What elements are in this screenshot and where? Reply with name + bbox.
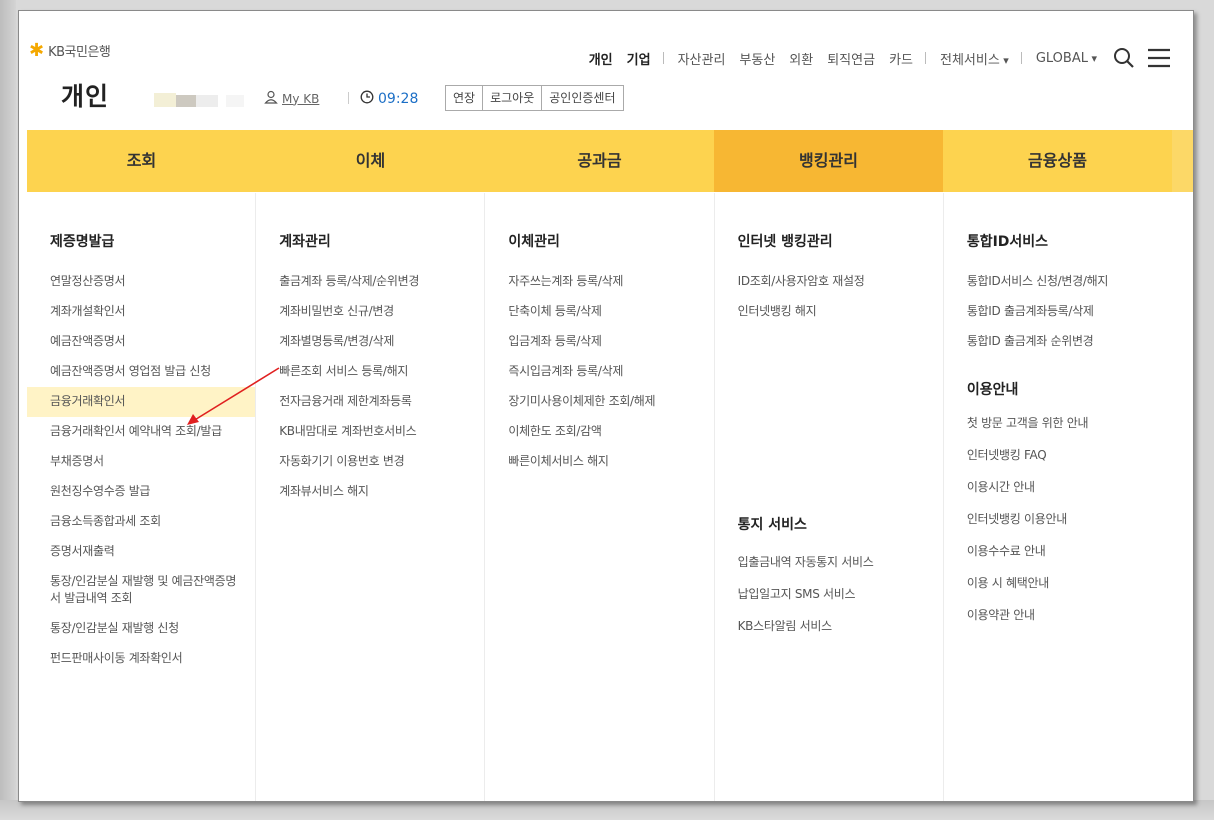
bottom-desktop-strip xyxy=(0,800,1214,820)
tab-banking-management[interactable]: 뱅킹관리 xyxy=(714,130,943,192)
search-icon[interactable] xyxy=(1113,47,1135,69)
divider xyxy=(662,52,664,64)
menu-item[interactable]: 증명서재출력 xyxy=(27,537,255,567)
mykb-label: My KB xyxy=(282,91,320,106)
menu-item[interactable]: 이용수수료 안내 xyxy=(944,537,1172,569)
menu-item[interactable]: 통장/인감분실 재발행 신청 xyxy=(27,614,255,644)
topnav-forex[interactable]: 외환 xyxy=(789,49,813,68)
session-buttons: 연장 로그아웃 공인인증센터 xyxy=(445,85,624,111)
column-heading: 이체관리 xyxy=(508,234,560,250)
menu-item[interactable]: 입금계좌 등록/삭제 xyxy=(485,327,713,357)
extend-button[interactable]: 연장 xyxy=(446,86,483,110)
menu-item[interactable]: 이용약관 안내 xyxy=(944,601,1172,631)
column-heading: 통지 서비스 xyxy=(737,517,807,533)
certificate-center-button[interactable]: 공인인증센터 xyxy=(541,86,623,110)
menu-item[interactable]: 장기미사용이체제한 조회/해제 xyxy=(485,387,713,417)
menu-item[interactable]: 예금잔액증명서 xyxy=(27,327,255,357)
menu-item[interactable]: 연말정산증명서 xyxy=(27,267,255,297)
divider xyxy=(348,92,349,104)
topnav-all-services[interactable]: 전체서비스 xyxy=(940,49,1009,68)
menu-item[interactable]: 통합ID서비스 신청/변경/해지 xyxy=(944,267,1172,297)
clock-icon xyxy=(360,89,374,108)
column-heading: 이용안내 xyxy=(966,382,1019,398)
top-navigation: 개인 기업 자산관리 부동산 외환 퇴직연금 카드 전체서비스 GLOBAL xyxy=(575,47,1171,69)
menu-item[interactable]: 계좌별명등록/변경/삭제 xyxy=(256,327,484,357)
menu-item[interactable]: 통합ID 출금계좌등록/삭제 xyxy=(944,297,1172,327)
mega-menu: 제증명발급 연말정산증명서 계좌개설확인서 예금잔액증명서 예금잔액증명서 영업… xyxy=(27,193,1172,801)
menu-item[interactable]: 이용 시 혜택안내 xyxy=(944,569,1172,601)
column-certificates: 제증명발급 연말정산증명서 계좌개설확인서 예금잔액증명서 예금잔액증명서 영업… xyxy=(27,193,257,801)
menu-item[interactable]: 납입일고지 SMS 서비스 xyxy=(715,580,943,612)
red-annotation-arrow-icon xyxy=(187,367,280,425)
divider xyxy=(1020,52,1022,64)
menu-item[interactable]: 단축이체 등록/삭제 xyxy=(485,297,713,327)
menu-item[interactable]: 통장/인감분실 재발행 및 예금잔액증명서 발급내역 조회 xyxy=(27,567,255,614)
kb-logo[interactable]: ✱ KB국민은행 xyxy=(29,39,111,61)
menu-item[interactable]: 이용시간 안내 xyxy=(944,473,1172,505)
kb-star-icon: ✱ xyxy=(29,39,45,61)
blurred-user-name xyxy=(154,83,249,109)
menu-item[interactable]: 펀드판매사이동 계좌확인서 xyxy=(27,644,255,674)
menu-item[interactable]: 계좌비밀번호 신규/변경 xyxy=(256,297,484,327)
menu-item[interactable]: 자동화기기 이용번호 변경 xyxy=(256,447,484,477)
menu-item[interactable]: 금융소득종합과세 조회 xyxy=(27,507,255,537)
menu-item[interactable]: 계좌뷰서비스 해지 xyxy=(256,477,484,507)
session-timer: 09:28 xyxy=(360,89,418,108)
logout-button[interactable]: 로그아웃 xyxy=(482,86,542,110)
column-internet-banking: 인터넷 뱅킹관리 ID조회/사용자암호 재설정 인터넷뱅킹 해지 통지 서비스 … xyxy=(715,193,944,801)
column-transfer-management: 이체관리 자주쓰는계좌 등록/삭제 단축이체 등록/삭제 입금계좌 등록/삭제 … xyxy=(485,193,715,801)
menu-item[interactable]: 자주쓰는계좌 등록/삭제 xyxy=(485,267,713,297)
menu-item[interactable]: 입출금내역 자동통지 서비스 xyxy=(715,548,943,580)
menu-item[interactable]: 통합ID 출금계좌 순위변경 xyxy=(944,327,1172,357)
menu-item[interactable]: KB스타알림 서비스 xyxy=(715,612,943,642)
mykb-link[interactable]: My KB xyxy=(264,90,319,107)
left-desktop-strip xyxy=(0,0,16,820)
menu-item[interactable]: 빠른이체서비스 해지 xyxy=(485,447,713,477)
tab-products[interactable]: 금융상품 xyxy=(943,130,1172,192)
divider xyxy=(924,52,926,64)
topnav-business[interactable]: 기업 xyxy=(627,49,651,68)
tab-utility[interactable]: 공과금 xyxy=(485,130,714,192)
menu-item[interactable]: 첫 방문 고객을 위한 안내 xyxy=(944,409,1172,441)
menu-item[interactable]: 계좌개설확인서 xyxy=(27,297,255,327)
menu-item[interactable]: ID조회/사용자암호 재설정 xyxy=(715,267,943,297)
topnav-card[interactable]: 카드 xyxy=(889,49,913,68)
menu-item[interactable]: 인터넷뱅킹 해지 xyxy=(715,297,943,327)
menu-item[interactable]: 인터넷뱅킹 FAQ xyxy=(944,441,1172,473)
column-heading: 계좌관리 xyxy=(279,234,331,250)
column-heading: 통합ID서비스 xyxy=(966,234,1049,250)
session-time: 09:28 xyxy=(378,90,419,107)
menu-item[interactable]: 이체한도 조회/감액 xyxy=(485,417,713,447)
page-title: 개인 xyxy=(61,82,110,111)
main-navigation: 조회 이체 공과금 뱅킹관리 금융상품 xyxy=(27,130,1172,192)
menu-item[interactable]: 부채증명서 xyxy=(27,447,255,477)
menu-item[interactable]: 인터넷뱅킹 이용안내 xyxy=(944,505,1172,537)
menu-item[interactable]: 원천징수영수증 발급 xyxy=(27,477,255,507)
nav-bar-extension xyxy=(1172,130,1193,192)
topnav-asset[interactable]: 자산관리 xyxy=(678,49,726,68)
column-heading: 제증명발급 xyxy=(50,234,115,250)
topnav-realestate[interactable]: 부동산 xyxy=(739,49,775,68)
column-heading: 인터넷 뱅킹관리 xyxy=(737,234,833,250)
hamburger-menu-icon[interactable] xyxy=(1147,47,1171,69)
menu-item[interactable]: 출금계좌 등록/삭제/순위변경 xyxy=(256,267,484,297)
column-account-management: 계좌관리 출금계좌 등록/삭제/순위변경 계좌비밀번호 신규/변경 계좌별명등록… xyxy=(256,193,486,801)
topnav-pension[interactable]: 퇴직연금 xyxy=(827,49,875,68)
topnav-personal[interactable]: 개인 xyxy=(589,49,613,68)
column-integrated-id: 통합ID서비스 통합ID서비스 신청/변경/해지 통합ID 출금계좌등록/삭제 … xyxy=(944,193,1172,801)
page-frame: ✱ KB국민은행 개인 My KB 09:28 연장 로그아웃 공인인증센터 개… xyxy=(18,10,1194,802)
menu-item[interactable]: 즉시입금계좌 등록/삭제 xyxy=(485,357,713,387)
logo-text: KB국민은행 xyxy=(48,45,111,60)
tab-transfer[interactable]: 이체 xyxy=(256,130,485,192)
topnav-global[interactable]: GLOBAL xyxy=(1036,51,1097,66)
user-icon xyxy=(264,90,278,107)
tab-inquiry[interactable]: 조회 xyxy=(27,130,256,192)
